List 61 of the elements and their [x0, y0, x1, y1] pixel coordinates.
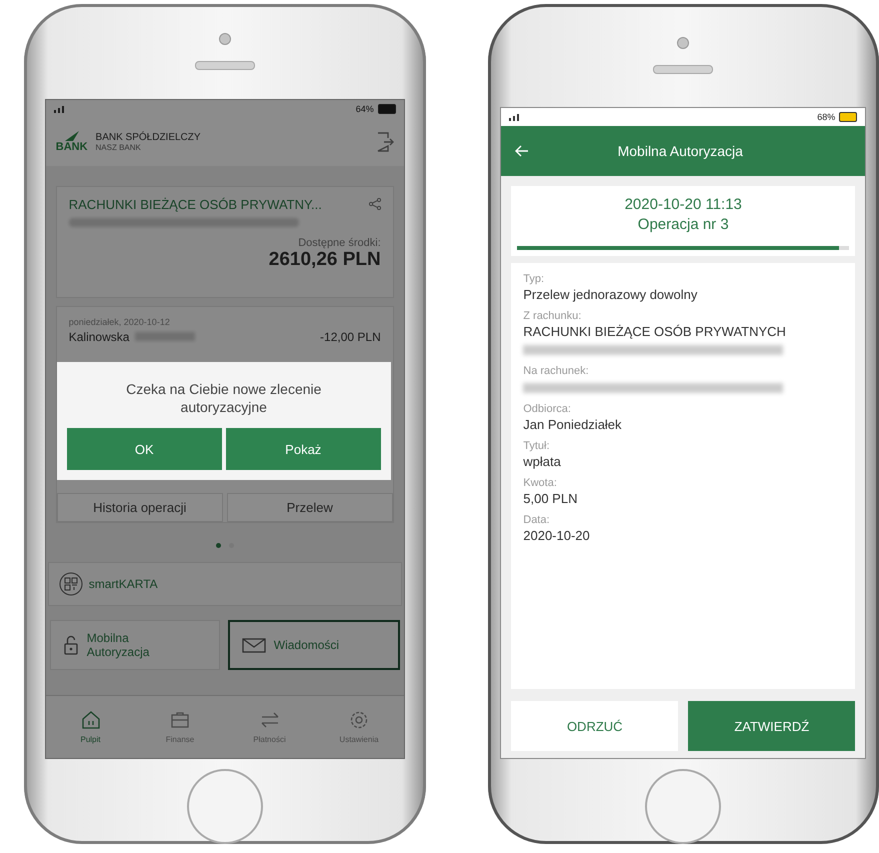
- logout-icon[interactable]: [376, 132, 394, 152]
- operation-datetime: 2020-10-20 11:13: [624, 196, 742, 214]
- tab-bar-item[interactable]: Pulpit: [46, 696, 136, 758]
- field-label: Kwota:: [523, 477, 558, 490]
- speaker-icon: [653, 65, 714, 74]
- screen-title: Mobilna Autoryzacja: [616, 143, 744, 160]
- confirm-button[interactable]: ZATWIERDŹ: [688, 701, 856, 752]
- shortcut-tile[interactable]: Wiadomości: [228, 620, 400, 670]
- available-funds-label: Dostępne środki:: [298, 236, 381, 249]
- pager-dot[interactable]: [216, 542, 221, 548]
- transaction-name: Kalinowska: [68, 330, 130, 344]
- balance-amount: 2610,26 PLN: [268, 248, 381, 271]
- camera-icon: [677, 37, 690, 50]
- bank-subtitle: NASZ BANK: [96, 142, 142, 152]
- camera-icon: [218, 32, 231, 45]
- transaction-date: poniedziałek, 2020-10-12: [68, 316, 171, 327]
- home-icon: [80, 710, 100, 730]
- qr-code-icon: [58, 572, 83, 596]
- leaf-icon: [62, 130, 81, 142]
- field-label: Tytuł:: [523, 440, 551, 452]
- bank-logo: BANK: [56, 130, 88, 154]
- settings-icon: [349, 710, 369, 730]
- field-label: Z rachunku:: [523, 310, 582, 322]
- transaction-amount: -12,00 PLN: [320, 330, 381, 344]
- battery-icon: [839, 112, 858, 122]
- share-icon[interactable]: [368, 198, 381, 210]
- field-value: wpłata: [523, 454, 562, 470]
- tab-bar-item[interactable]: Płatności: [224, 696, 314, 758]
- back-arrow-icon[interactable]: [515, 145, 530, 158]
- smartkarta-label: smartKARTA: [88, 576, 158, 591]
- shortcut-tile[interactable]: Mobilna Autoryzacja: [50, 620, 220, 670]
- field-value: 5,00 PLN: [523, 491, 578, 506]
- dialog-message: Czeka na Ciebie nowe zlecenie autoryzacyjne: [125, 380, 322, 416]
- tile-label: Mobilna Autoryzacja: [86, 630, 150, 659]
- tile-label: Wiadomości: [274, 638, 340, 652]
- transfer-arrows-icon: [260, 710, 280, 730]
- quick-action-button[interactable]: Przelew: [226, 492, 393, 522]
- reject-button[interactable]: ODRZUĆ: [511, 701, 678, 752]
- field-label: Typ:: [523, 273, 546, 286]
- battery-percent: 68%: [817, 112, 836, 122]
- field-value: Jan Poniedziałek: [523, 417, 623, 432]
- padlock-icon: [62, 634, 79, 655]
- dialog-button[interactable]: Pokaż: [226, 428, 381, 470]
- field-label: Na rachunek:: [523, 365, 590, 378]
- bank-name: BANK SPÓŁDZIELCZY: [96, 132, 201, 143]
- field-label: Data:: [523, 514, 551, 526]
- tab-bar-item[interactable]: Finanse: [135, 696, 225, 758]
- dialog-button[interactable]: OK: [66, 428, 222, 470]
- tab-bar-item[interactable]: Ustawienia: [314, 696, 404, 758]
- quick-action-button[interactable]: Historia operacji: [56, 492, 223, 522]
- operation-number: Operacja nr 3: [638, 216, 729, 234]
- briefcase-icon: [170, 710, 190, 730]
- battery-percent: 64%: [356, 104, 374, 114]
- account-name: RACHUNKI BIEŻĄCE OSÓB PRYWATNY...: [68, 196, 322, 212]
- battery-icon: [378, 104, 396, 114]
- field-value: RACHUNKI BIEŻĄCE OSÓB PRYWATNYCH: [523, 324, 787, 340]
- field-value: Przelew jednorazowy dowolny: [523, 287, 698, 302]
- field-value: 2020-10-20: [523, 528, 591, 544]
- smartkarta-tile[interactable]: smartKARTA: [48, 562, 402, 606]
- field-label: Odbiorca:: [523, 403, 572, 416]
- speaker-icon: [194, 60, 255, 70]
